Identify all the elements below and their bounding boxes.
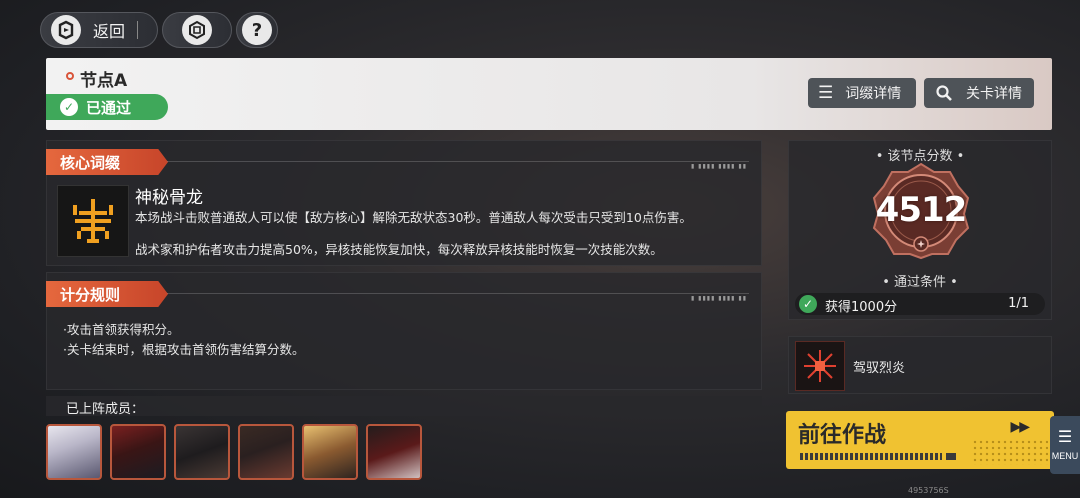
rule-item: ·攻击首领获得积分。	[63, 322, 180, 337]
skill-name: 驾驭烈炎	[853, 361, 906, 376]
menu-button[interactable]: ☰ MENU	[1050, 416, 1080, 474]
node-bullet-icon	[66, 72, 74, 80]
core-affix-tag: 核心词缀	[46, 149, 168, 175]
start-battle-label: 前往作战	[798, 422, 887, 448]
progress-strip	[800, 453, 942, 460]
skill-icon	[795, 341, 845, 391]
menu-label: MENU	[1051, 451, 1079, 461]
scoring-tag: 计分规则	[46, 281, 168, 307]
scoring-panel: 计分规则 ▮ ▮▮▮▮ ▮▮▮▮ ▮▮ ·攻击首领获得积分。 ·关卡结束时，根据…	[46, 272, 762, 390]
search-icon	[932, 84, 956, 102]
affix-detail-button[interactable]: ☰ 词缀详情	[808, 78, 916, 108]
avatar[interactable]	[238, 424, 294, 480]
status-label: 已通过	[86, 98, 132, 117]
back-button[interactable]: 返回	[40, 12, 158, 48]
avatar[interactable]	[174, 424, 230, 480]
back-logo-icon	[51, 15, 81, 45]
affix-description-2: 战术家和护佑者攻击力提高50%，异核技能恢复加快，每次释放异核技能时恢复一次技能…	[135, 242, 663, 257]
check-icon: ✓	[60, 98, 78, 116]
list-icon: ☰	[818, 83, 834, 103]
avatar[interactable]	[46, 424, 102, 480]
score-badge: 4512	[872, 162, 970, 260]
avatar[interactable]	[302, 424, 358, 480]
decor-bars: ▮ ▮▮▮▮ ▮▮▮▮ ▮▮	[690, 163, 747, 170]
core-affix-panel: 核心词缀 ▮ ▮▮▮▮ ▮▮▮▮ ▮▮ 神秘骨龙 本场战斗击败普通敌人可以使【敌…	[46, 140, 762, 266]
rule-item: ·关卡结束时，根据攻击首领伤害结算分数。	[63, 342, 305, 357]
affix-description-1: 本场战斗击败普通敌人可以使【敌方核心】解除无敌状态30秒。普通敌人每次受击只受到…	[135, 210, 692, 225]
affix-emblem-icon	[57, 185, 129, 257]
condition-row: ✓ 获得1000分 1/1	[795, 293, 1045, 315]
stage-detail-label: 关卡详情	[966, 86, 1022, 102]
node-title: 节点A	[80, 71, 128, 91]
check-icon: ✓	[799, 295, 817, 313]
divider	[137, 21, 139, 39]
stage-detail-button[interactable]: 关卡详情	[924, 78, 1034, 108]
affix-detail-label: 词缀详情	[845, 86, 902, 102]
status-badge: ✓ 已通过	[46, 94, 168, 120]
help-icon: ?	[242, 15, 272, 45]
progress-end	[946, 453, 956, 460]
affix-name: 神秘骨龙	[135, 188, 203, 208]
condition-progress: 1/1	[1008, 296, 1029, 311]
pass-title: • 通过条件 •	[882, 275, 958, 290]
back-label: 返回	[93, 22, 126, 41]
condition-text: 获得1000分	[825, 300, 898, 315]
tag-divider	[167, 161, 749, 162]
home-button[interactable]	[162, 12, 232, 48]
fast-forward-icon: ▶▶	[1010, 419, 1029, 435]
members-label: 已上阵成员：	[66, 402, 145, 417]
score-value: 4512	[875, 190, 968, 230]
dot-pattern	[972, 439, 1048, 465]
members-bar: 已上阵成员：	[46, 396, 762, 417]
skill-panel: 驾驭烈炎	[788, 336, 1052, 394]
menu-icon: ☰	[1057, 427, 1073, 446]
home-logo-icon	[182, 15, 212, 45]
decor-bars: ▮ ▮▮▮▮ ▮▮▮▮ ▮▮	[690, 295, 747, 302]
start-battle-button[interactable]: 前往作战 ▶▶	[786, 411, 1054, 469]
player-uid: 4953756S	[908, 486, 949, 495]
node-header: 节点A ✓ 已通过 ☰ 词缀详情 关卡详情	[46, 58, 1052, 130]
avatar[interactable]	[110, 424, 166, 480]
avatar[interactable]	[366, 424, 422, 480]
help-button[interactable]: ?	[236, 12, 278, 48]
tag-divider	[167, 293, 749, 294]
